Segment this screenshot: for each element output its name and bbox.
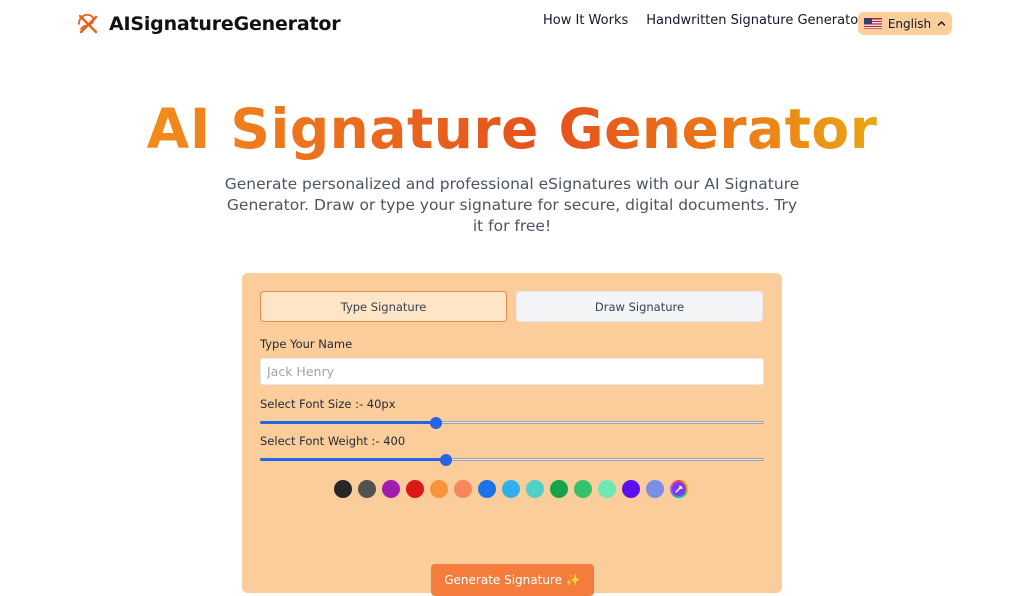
color-swatch[interactable] — [502, 480, 520, 498]
color-swatch[interactable] — [454, 480, 472, 498]
page-title-text: AI Signature Generator — [146, 97, 878, 161]
font-weight-label: Select Font Weight :- 400 — [260, 434, 406, 448]
color-swatch[interactable] — [622, 480, 640, 498]
color-swatch[interactable] — [574, 480, 592, 498]
us-flag-icon — [863, 18, 882, 29]
font-weight-slider[interactable] — [260, 453, 764, 467]
generate-signature-button[interactable]: Generate Signature ✨ — [431, 564, 594, 596]
color-swatch[interactable] — [478, 480, 496, 498]
chevron-up-icon — [937, 21, 946, 26]
top-nav: How It Works Handwritten Signature Gener… — [543, 13, 864, 28]
color-swatches — [334, 480, 688, 498]
color-swatch[interactable] — [526, 480, 544, 498]
slider-thumb[interactable] — [430, 417, 443, 429]
slider-thumb[interactable] — [440, 454, 453, 466]
color-swatch[interactable] — [598, 480, 616, 498]
signature-generator-card: Type Signature Draw Signature Type Your … — [242, 273, 782, 596]
color-swatch[interactable] — [358, 480, 376, 498]
nav-handwritten-signature-generator[interactable]: Handwritten Signature Generator — [646, 13, 863, 28]
slider-fill — [260, 458, 447, 461]
name-field-label: Type Your Name — [260, 337, 353, 351]
language-label: English — [887, 16, 932, 31]
brand-logo-link[interactable]: AISignatureGenerator — [75, 10, 341, 38]
language-selector[interactable]: English — [858, 12, 952, 35]
tab-draw-signature[interactable]: Draw Signature — [516, 291, 763, 322]
color-swatch[interactable] — [334, 480, 352, 498]
font-size-slider[interactable] — [260, 416, 764, 430]
page-title: AI Signature Generator — [0, 96, 1024, 162]
picker-center — [672, 482, 686, 496]
brand-name: AISignatureGenerator — [109, 13, 341, 35]
color-swatch[interactable] — [430, 480, 448, 498]
color-swatch[interactable] — [550, 480, 568, 498]
nav-how-it-works[interactable]: How It Works — [543, 13, 628, 28]
color-swatch[interactable] — [646, 480, 664, 498]
signature-logo-icon — [78, 13, 98, 34]
eyedropper-icon — [675, 485, 683, 493]
color-picker[interactable] — [670, 480, 688, 498]
color-swatch[interactable] — [406, 480, 424, 498]
name-input[interactable] — [260, 358, 764, 385]
slider-fill — [260, 421, 437, 424]
color-swatch[interactable] — [382, 480, 400, 498]
font-size-label: Select Font Size :- 40px — [260, 397, 396, 411]
page-subtitle: Generate personalized and professional e… — [224, 175, 800, 235]
tab-type-signature[interactable]: Type Signature — [260, 291, 507, 322]
